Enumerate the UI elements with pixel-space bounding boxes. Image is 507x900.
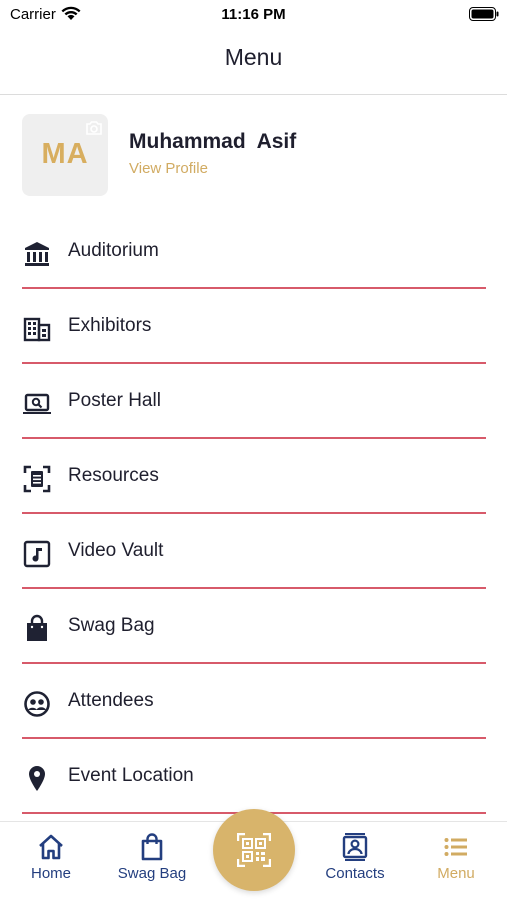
auditorium-icon [25,242,49,266]
contacts-icon [342,833,368,861]
tab-swag-bag[interactable]: Swag Bag [102,832,202,892]
tab-label: Swag Bag [117,865,187,882]
tab-home[interactable]: Home [1,832,101,892]
home-icon [39,834,63,860]
profile-name: Muhammad Asif [129,130,297,153]
shopping-bag-icon [141,833,163,861]
building-icon [23,317,51,342]
avatar[interactable]: MA [22,114,108,196]
clock: 11:16 PM [221,6,286,23]
attendees-icon [24,691,50,717]
menu-item-poster-hall[interactable]: Poster Hall [22,365,486,439]
menu-item-label: Event Location [68,765,194,786]
menu-item-attendees[interactable]: Attendees [22,665,486,739]
menu-item-label: Resources [68,465,159,486]
qr-scan-button[interactable] [213,809,295,891]
shopping-bag-icon [27,614,47,641]
status-bar: Carrier 11:16 PM [0,0,507,30]
menu-item-swag-bag[interactable]: Swag Bag [22,590,486,664]
nav-header: Menu [0,30,507,95]
tab-contacts[interactable]: Contacts [305,832,405,892]
profile-card[interactable]: MA Muhammad Asif View Profile [22,114,482,198]
menu-item-label: Swag Bag [68,615,155,636]
menu-item-label: Exhibitors [68,315,152,336]
menu-item-label: Video Vault [68,540,164,561]
menu-item-label: Poster Hall [68,390,161,411]
camera-icon[interactable] [85,120,103,136]
menu-item-exhibitors[interactable]: Exhibitors [22,290,486,364]
menu-list: Auditorium Exhibitors Poster Hall Resour… [22,215,486,815]
qr-code-icon [237,833,271,867]
location-pin-icon [29,766,45,791]
page-title: Menu [224,44,283,70]
battery-icon [469,7,499,21]
avatar-initials: MA [41,138,89,170]
menu-item-event-location[interactable]: Event Location [22,740,486,814]
document-scan-icon [23,465,51,493]
menu-item-auditorium[interactable]: Auditorium [22,215,486,289]
menu-item-label: Auditorium [68,240,159,261]
list-menu-icon [444,838,467,856]
view-profile-link[interactable]: View Profile [129,160,208,177]
menu-item-label: Attendees [68,690,154,711]
menu-item-resources[interactable]: Resources [22,440,486,514]
laptop-search-icon [23,393,51,414]
tab-label: Contacts [325,865,385,882]
music-note-icon [23,540,51,568]
tab-label: Menu [437,865,475,882]
tab-menu[interactable]: Menu [406,832,506,892]
tab-label: Home [30,865,71,882]
menu-item-video-vault[interactable]: Video Vault [22,515,486,589]
